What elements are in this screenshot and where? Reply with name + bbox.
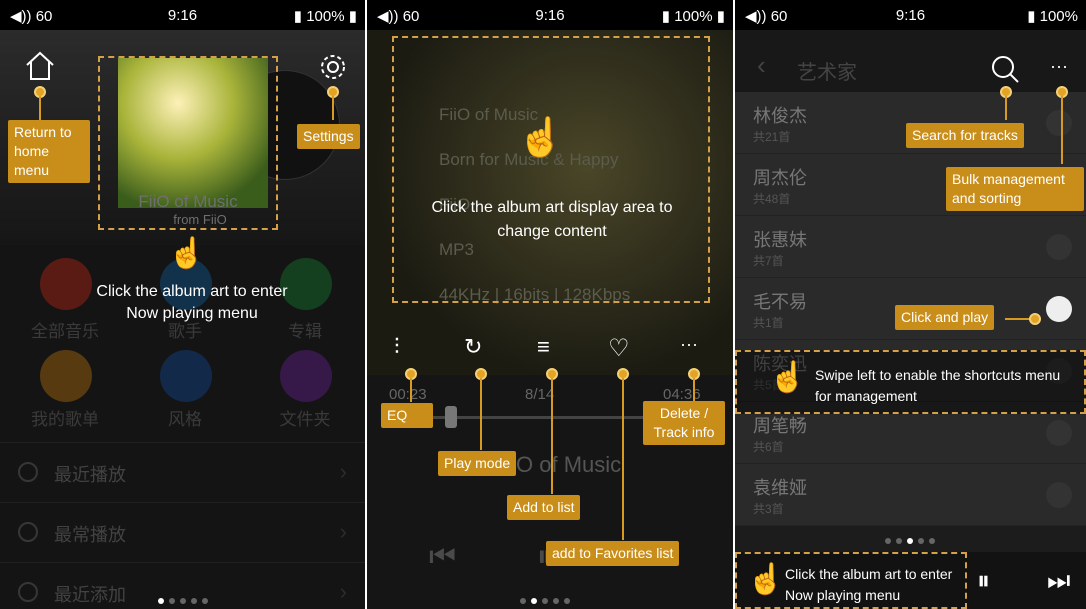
callout-click-play: Click and play [895, 305, 995, 330]
album-area-highlight[interactable] [392, 36, 710, 303]
callout-favorites: add to Favorites list [546, 541, 680, 566]
callout-line [551, 378, 553, 494]
list-item[interactable]: 袁维娅 共3首 [735, 464, 1086, 526]
play-button[interactable] [1046, 482, 1072, 508]
callout-eq: EQ [381, 403, 433, 428]
status-bar: ◀)) 60 9:16 ▮ 100% ▮ [367, 0, 733, 30]
callout-line [1061, 96, 1063, 164]
play-button[interactable] [1046, 110, 1072, 136]
more-icon[interactable]: ··· [1050, 56, 1068, 77]
add-list-icon[interactable]: ≡ [537, 334, 565, 362]
battery-indicator: ▮ 100% ▮ [293, 8, 357, 25]
callout-line [332, 96, 334, 120]
tap-hand-icon: ☝ [168, 237, 206, 270]
play-button[interactable] [1046, 296, 1072, 322]
callout-line [39, 96, 41, 120]
album-title: FiiO of Music [138, 192, 238, 211]
callout-line [410, 378, 412, 402]
callout-line [693, 378, 695, 402]
callout-line [480, 378, 482, 450]
page-title: 艺术家 [797, 62, 857, 84]
home-icon[interactable] [24, 50, 56, 82]
next-icon[interactable]: ⏭ [1047, 565, 1070, 597]
title-bar [735, 30, 1086, 92]
battery-indicator: ▮ 100% ▮ [661, 8, 725, 25]
callout-line [1005, 318, 1031, 320]
prev-icon[interactable]: ⏮ [429, 540, 456, 574]
tap-hand-icon: ☝ [517, 117, 565, 159]
pause-icon[interactable]: ⏸ [977, 565, 990, 597]
progress-handle[interactable] [445, 406, 457, 428]
callout-play-mode: Play mode [438, 451, 517, 476]
hint-swipe: Swipe left to enable the shortcuts menu … [815, 367, 1061, 404]
back-icon[interactable]: ‹ [757, 50, 766, 81]
now-playing-panel: ◀)) 60 9:16 ▮ 100% ▮ FiiO of Music Born … [367, 0, 733, 609]
page-indicator [520, 598, 570, 604]
artist-list-panel: ◀)) 60 9:16 ▮ 100% ‹ 艺术家 ··· 林俊杰 共21首 周杰伦… [735, 0, 1086, 609]
hint-album-art: Click the album art to enter Now playing… [96, 283, 288, 322]
album-subtitle: from FiiO [173, 212, 227, 227]
play-button[interactable] [1046, 234, 1072, 260]
home-screen-panel: ◀)) 60 9:16 ▮ 100% ▮ FiiO of Music from … [0, 0, 365, 609]
time-start: 00:23 [389, 386, 427, 403]
search-icon[interactable] [990, 54, 1020, 84]
callout-settings: Settings [297, 124, 360, 149]
callout-dot [1029, 313, 1041, 325]
status-bar: ◀)) 60 9:16 ▮ 100% ▮ [0, 0, 365, 30]
heart-icon[interactable]: ♡ [608, 334, 636, 362]
list-item[interactable]: 张惠妹 共7首 [735, 216, 1086, 278]
tap-hand-icon: ☝ [769, 361, 807, 394]
track-position: 8/14 [525, 386, 555, 403]
callout-return-home: Return to home menu [8, 120, 90, 183]
callout-add-list: Add to list [507, 495, 581, 520]
controls-bar: ⫶ ↻ ≡ ♡ ··· [367, 322, 733, 372]
hint-album-art: Click the album art to enter Now playing… [785, 566, 953, 603]
page-indicator [885, 538, 935, 544]
play-button[interactable] [1046, 420, 1072, 446]
page-indicator [158, 598, 208, 604]
callout-line [1005, 96, 1007, 120]
hint-album-area: Click the album art display area to chan… [431, 199, 673, 240]
status-bar: ◀)) 60 9:16 ▮ 100% [735, 0, 1086, 30]
callout-search: Search for tracks [906, 123, 1024, 148]
more-icon[interactable]: ··· [680, 334, 708, 362]
callout-bulk: Bulk management and sorting [946, 167, 1084, 211]
callout-delete: Delete / Track info [643, 401, 725, 445]
gear-icon[interactable] [318, 52, 348, 82]
repeat-icon[interactable]: ↻ [464, 334, 492, 362]
callout-line [622, 378, 624, 540]
eq-icon[interactable]: ⫶ [394, 334, 422, 362]
battery-indicator: ▮ 100% [1027, 8, 1078, 25]
